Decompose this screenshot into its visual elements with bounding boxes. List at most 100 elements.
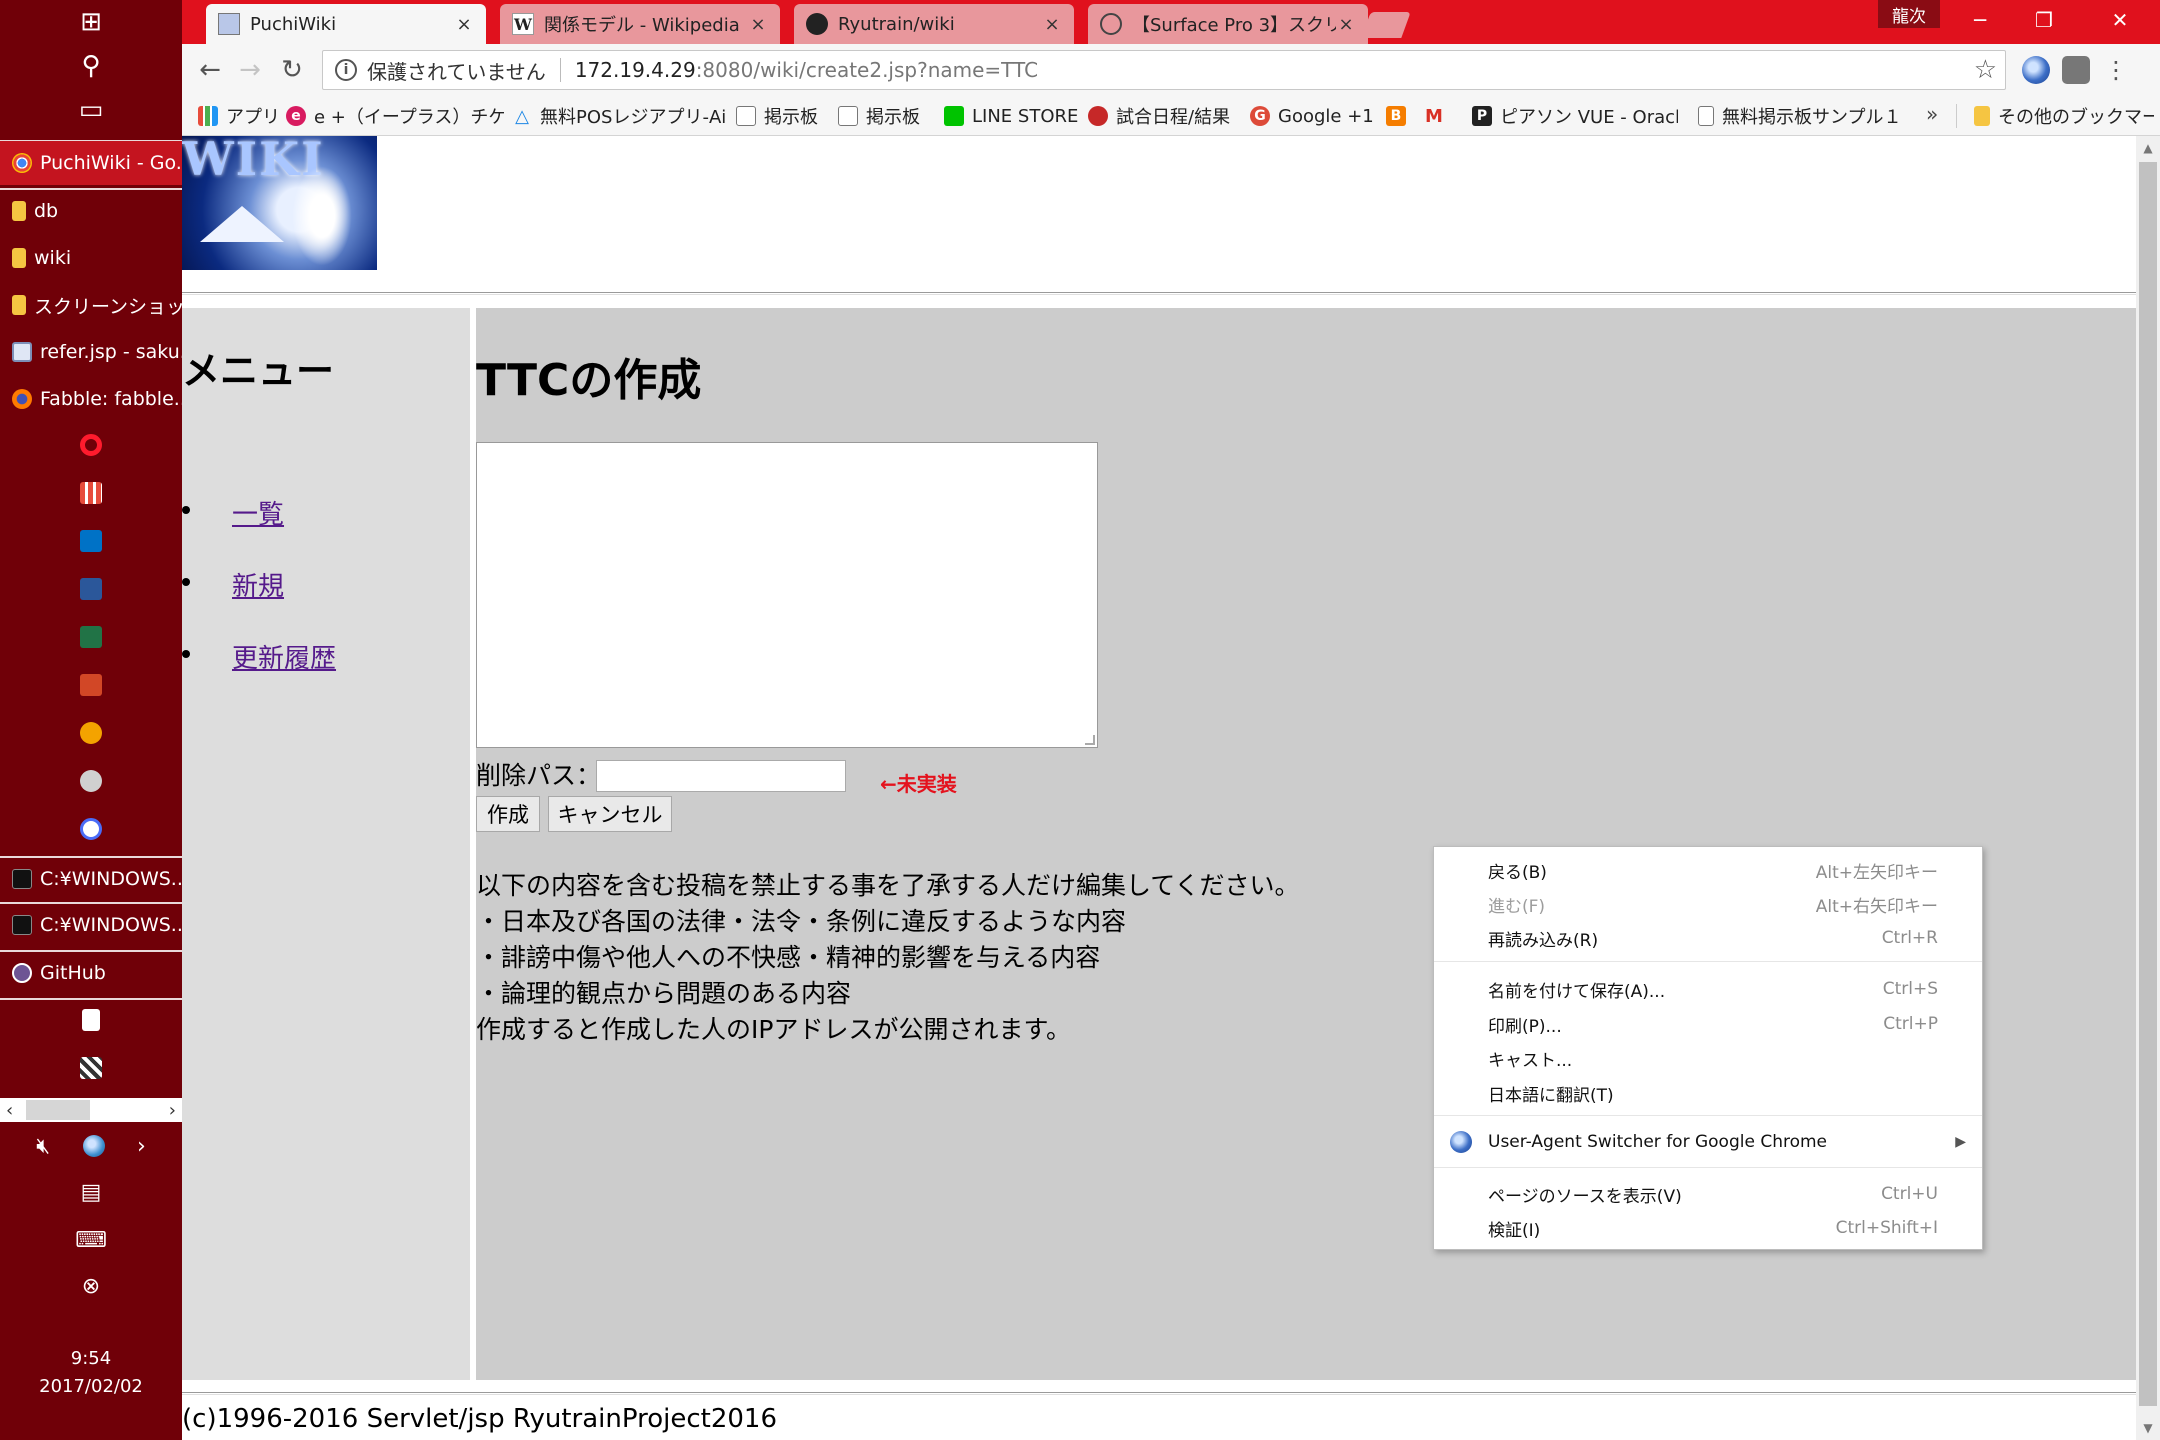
url-host[interactable]: 172.19.4.29 bbox=[575, 58, 696, 82]
powerpoint-icon[interactable] bbox=[0, 663, 182, 707]
bookmarks-overflow-icon[interactable]: » bbox=[1926, 102, 1938, 126]
close-icon[interactable]: × bbox=[748, 14, 768, 35]
tab-wikipedia[interactable]: W 関係モデル - Wikipedia × bbox=[500, 4, 780, 44]
tab-surface[interactable]: 【Surface Pro 3】スクリー × bbox=[1088, 4, 1368, 44]
bookmark-line-store[interactable]: LINE STORE bbox=[944, 96, 1078, 136]
context-menu-forward[interactable]: 進む(F) Alt+右矢印キー bbox=[1434, 889, 1982, 919]
bookmark-baseball[interactable]: 試合日程/結果 bbox=[1088, 96, 1238, 136]
info-icon[interactable]: i bbox=[335, 59, 357, 81]
close-icon[interactable]: × bbox=[1336, 14, 1356, 35]
extension-icon[interactable] bbox=[2062, 56, 2090, 84]
context-menu-inspect[interactable]: 検証(I) Ctrl+Shift+I bbox=[1434, 1213, 1982, 1243]
google-plus-icon: G bbox=[1250, 106, 1270, 126]
close-icon[interactable]: × bbox=[1042, 14, 1062, 35]
network-icon[interactable] bbox=[0, 807, 182, 851]
context-menu-back[interactable]: 戻る(B) Alt+左矢印キー bbox=[1434, 855, 1982, 885]
bookmark-airregi[interactable]: △ 無料POSレジアプリ-Airl bbox=[512, 96, 726, 136]
scroll-right-icon[interactable]: › bbox=[169, 1100, 176, 1121]
calculator-icon[interactable] bbox=[0, 998, 182, 1042]
forward-icon[interactable]: → bbox=[232, 52, 268, 88]
search-icon[interactable]: ⚲ bbox=[0, 44, 182, 88]
tab-puchiwiki[interactable]: PuchiWiki × bbox=[206, 4, 486, 44]
back-icon[interactable]: ← bbox=[192, 52, 228, 88]
menu-link-new[interactable]: 新規 bbox=[232, 566, 284, 603]
taskbar-app-folder-db[interactable]: db bbox=[0, 189, 182, 233]
network-globe-icon[interactable] bbox=[82, 1135, 105, 1157]
apps-icon[interactable] bbox=[0, 471, 182, 515]
bookmark-board-1[interactable]: 掲示板 bbox=[736, 96, 828, 136]
create-button[interactable]: 作成 bbox=[476, 796, 540, 832]
security-status[interactable]: 保護されていません bbox=[367, 56, 546, 85]
opera-icon[interactable] bbox=[0, 423, 182, 467]
outlook-icon[interactable] bbox=[0, 519, 182, 563]
restore-icon[interactable]: ❐ bbox=[2012, 0, 2076, 40]
taskbar-app-cmd[interactable]: C:¥WINDOWS... bbox=[0, 903, 182, 947]
media-icon[interactable] bbox=[0, 711, 182, 755]
profile-badge[interactable]: 龍次 bbox=[1878, 0, 1940, 28]
notification-icon[interactable]: ▤ bbox=[0, 1172, 182, 1212]
menu-link-list[interactable]: 一覧 bbox=[232, 494, 284, 531]
context-menu-translate[interactable]: 日本語に翻訳(T) bbox=[1434, 1078, 1982, 1108]
taskbar-app-chrome[interactable]: PuchiWiki - Go... bbox=[0, 141, 182, 185]
volume-muted-icon[interactable]: 🔇︎ bbox=[36, 1134, 50, 1159]
scroll-left-icon[interactable]: ‹ bbox=[6, 1100, 13, 1121]
bookmark-eplus[interactable]: e e +（イープラス）チケ bbox=[286, 96, 504, 136]
context-menu-save-as[interactable]: 名前を付けて保存(A)... Ctrl+S bbox=[1434, 974, 1982, 1004]
taskbar-app-folder-wiki[interactable]: wiki bbox=[0, 236, 182, 280]
close-icon[interactable]: × bbox=[454, 14, 474, 35]
cancel-button[interactable]: キャンセル bbox=[548, 796, 672, 832]
clock-date[interactable]: 2017/02/02 bbox=[0, 1376, 182, 1397]
context-menu-cast[interactable]: キャスト... bbox=[1434, 1043, 1982, 1073]
bookmark-apps[interactable]: アプリ bbox=[198, 96, 286, 136]
reload-icon[interactable]: ↻ bbox=[274, 52, 310, 88]
site-logo[interactable]: WIKI bbox=[182, 136, 377, 270]
excel-icon[interactable] bbox=[0, 615, 182, 659]
new-tab-button[interactable] bbox=[1361, 12, 1411, 38]
close-circle-icon[interactable]: ⊗ bbox=[0, 1266, 182, 1306]
apps-grid-icon bbox=[198, 106, 218, 126]
page-scrollbar[interactable]: ▲ ▼ bbox=[2136, 136, 2160, 1440]
menu-link-history[interactable]: 更新履歴 bbox=[232, 638, 336, 675]
bookmark-board-sample[interactable]: 無料掲示板サンプル１ bbox=[1698, 96, 1898, 136]
task-view-icon[interactable]: ▭ bbox=[0, 88, 182, 132]
ua-switcher-icon[interactable] bbox=[2022, 56, 2050, 84]
scrollbar-thumb[interactable] bbox=[26, 1100, 90, 1120]
keyboard-icon[interactable]: ⌨ bbox=[0, 1220, 182, 1260]
bookmark-pearson[interactable]: P ピアソン VUE - Oracle bbox=[1472, 96, 1678, 136]
context-menu-reload[interactable]: 再読み込み(R) Ctrl+R bbox=[1434, 923, 1982, 953]
bookmark-board-2[interactable]: 掲示板 bbox=[838, 96, 930, 136]
wiki-favicon-icon bbox=[218, 13, 240, 35]
delete-pass-input[interactable] bbox=[596, 760, 846, 792]
clock-time[interactable]: 9:54 bbox=[0, 1348, 182, 1369]
content-textarea[interactable] bbox=[476, 442, 1098, 748]
taskbar-app-firefox[interactable]: Fabble: fabble.... bbox=[0, 377, 182, 421]
context-menu-view-source[interactable]: ページのソースを表示(V) Ctrl+U bbox=[1434, 1179, 1982, 1209]
scroll-down-icon[interactable]: ▼ bbox=[2136, 1416, 2160, 1440]
cmd-icon bbox=[12, 869, 32, 889]
context-menu-print[interactable]: 印刷(P)... Ctrl+P bbox=[1434, 1009, 1982, 1039]
taskbar-app-folder-screenshot[interactable]: スクリーンショット bbox=[0, 283, 182, 327]
menu-kebab-icon[interactable]: ⋮ bbox=[2102, 56, 2130, 84]
word-icon[interactable] bbox=[0, 567, 182, 611]
bookmark-google-plus[interactable]: G Google +1 bbox=[1250, 96, 1378, 136]
url-path[interactable]: :8080/wiki/create2.jsp?name=TTC bbox=[696, 58, 1038, 82]
scrollbar-thumb[interactable] bbox=[2139, 162, 2157, 1406]
clapper-icon[interactable] bbox=[0, 1046, 182, 1090]
taskbar-app-editor[interactable]: refer.jsp - saku... bbox=[0, 330, 182, 374]
minimize-icon[interactable]: ─ bbox=[1948, 0, 2012, 40]
chevron-right-icon[interactable]: › bbox=[137, 1134, 146, 1159]
scroll-up-icon[interactable]: ▲ bbox=[2136, 136, 2160, 160]
taskbar-app-cmd[interactable]: C:¥WINDOWS... bbox=[0, 857, 182, 901]
bookmark-blogger[interactable]: B bbox=[1386, 96, 1418, 136]
tab-github[interactable]: Ryutrain/wiki × bbox=[794, 4, 1074, 44]
tool-icon[interactable] bbox=[0, 759, 182, 803]
taskbar-app-github[interactable]: GitHub bbox=[0, 951, 182, 995]
taskbar-scrollbar[interactable]: ‹ › bbox=[0, 1098, 182, 1122]
bookmark-star-icon[interactable]: ☆ bbox=[1974, 55, 1997, 85]
other-bookmarks[interactable]: その他のブックマーク bbox=[1974, 96, 2154, 136]
bookmark-gmail[interactable]: M bbox=[1424, 96, 1456, 136]
address-bar[interactable]: i 保護されていません 172.19.4.29:8080/wiki/create… bbox=[322, 50, 2006, 90]
start-windows-icon[interactable]: ⊞ bbox=[0, 0, 182, 44]
context-menu-ua-switcher[interactable]: User-Agent Switcher for Google Chrome ▶ bbox=[1434, 1127, 1982, 1157]
close-window-icon[interactable]: ✕ bbox=[2088, 0, 2152, 40]
